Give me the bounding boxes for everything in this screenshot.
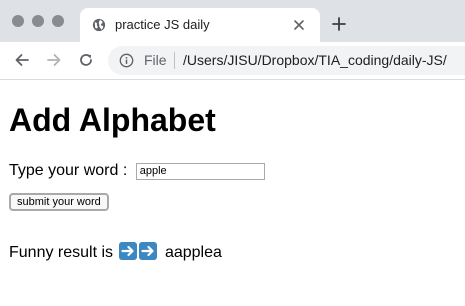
page-title: Add Alphabet — [9, 102, 216, 138]
page-content: Add Alphabet Type your word : submit you… — [0, 80, 465, 306]
window-minimize-button[interactable] — [32, 15, 44, 27]
url-text[interactable]: /Users/JISU/Dropbox/TIA_coding/daily-JS/ — [183, 52, 447, 68]
globe-icon — [92, 18, 106, 32]
address-separator — [174, 52, 175, 69]
window-maximize-button[interactable] — [52, 15, 64, 27]
right-arrow-icon — [138, 242, 157, 260]
url-scheme-label: File — [144, 52, 167, 68]
tab-title: practice JS daily — [115, 17, 210, 32]
result-line: Funny result is aapplea — [9, 242, 222, 262]
word-input[interactable] — [135, 162, 265, 180]
word-input-label: Type your word : — [9, 162, 128, 179]
close-icon[interactable] — [293, 19, 305, 31]
arrow-left-icon[interactable] — [14, 52, 30, 68]
right-arrow-icon — [118, 242, 137, 260]
submit-word-button[interactable]: submit your word — [9, 193, 109, 211]
result-value: aapplea — [164, 244, 222, 261]
result-prefix: Funny result is — [9, 244, 114, 261]
address-bar[interactable]: File /Users/JISU/Dropbox/TIA_coding/dail… — [108, 46, 465, 75]
tab-strip: practice JS daily — [0, 0, 465, 42]
browser-window: practice JS daily File /Users/JISU/Dropb… — [0, 0, 465, 306]
browser-toolbar: File /Users/JISU/Dropbox/TIA_coding/dail… — [0, 42, 465, 80]
window-close-button[interactable] — [12, 15, 24, 27]
info-icon[interactable] — [119, 53, 134, 68]
word-form-row: Type your word : — [9, 162, 265, 182]
tab-practice-js-daily[interactable]: practice JS daily — [80, 8, 320, 42]
arrow-right-icon[interactable] — [46, 52, 62, 68]
reload-icon[interactable] — [78, 52, 94, 68]
plus-icon[interactable] — [332, 17, 346, 31]
